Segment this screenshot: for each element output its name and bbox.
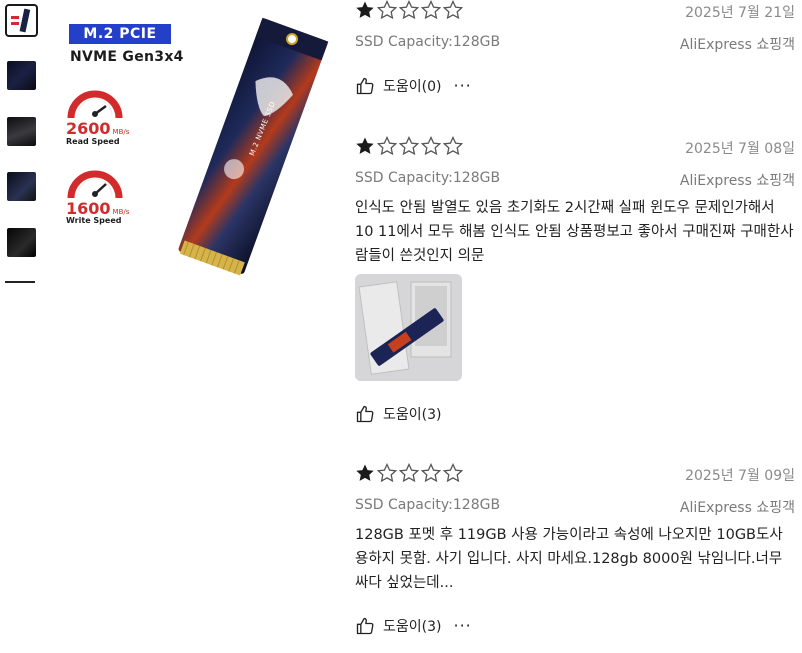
star-empty-icon <box>443 136 463 156</box>
more-options-icon[interactable]: ··· <box>453 78 471 94</box>
write-speed-label: Write Speed <box>66 216 122 225</box>
star-empty-icon <box>377 463 397 483</box>
review-text: 인식도 안됨 발열도 있음 초기화도 2시간째 실패 윈도우 문제인가해서 10… <box>355 200 794 264</box>
product-image: M.2 PCIE 3.0 NVME Gen3x4 2600 MB/s Read S… <box>62 0 332 290</box>
ssd-illustration: M.2 NVME SSD <box>162 14 342 284</box>
read-speed-label: Read Speed <box>66 137 120 146</box>
reviewer-source: AliExpress 쇼핑객 <box>679 173 795 189</box>
star-empty-icon <box>443 463 463 483</box>
star-empty-icon <box>399 0 419 20</box>
helpful-button[interactable]: 도움이(3) <box>383 404 441 424</box>
thumbs-up-icon[interactable] <box>355 616 375 636</box>
helpful-button[interactable]: 도움이(3) <box>383 616 441 636</box>
helpful-row: 도움이(3) <box>355 404 441 424</box>
reviewer-source: AliExpress 쇼핑객 <box>679 37 795 53</box>
write-gauge-icon <box>67 170 123 199</box>
read-gauge-icon <box>67 90 123 119</box>
thumbs-up-icon[interactable] <box>355 404 375 424</box>
review-date: 2025년 7월 09일 <box>685 468 795 484</box>
star-filled-icon <box>356 1 374 18</box>
review-date: 2025년 7월 08일 <box>685 141 795 157</box>
star-empty-icon <box>377 136 397 156</box>
star-empty-icon <box>377 0 397 20</box>
thumbnail-1[interactable] <box>5 4 38 37</box>
review-attribute: SSD Capacity:128GB <box>355 497 501 513</box>
thumbnail-3[interactable] <box>5 115 38 148</box>
more-options-icon[interactable]: ··· <box>453 618 471 634</box>
rating-stars <box>355 0 463 22</box>
star-empty-icon <box>421 463 441 483</box>
star-empty-icon <box>443 0 463 20</box>
review-photo[interactable] <box>355 274 462 381</box>
review-text: 128GB 포멧 후 119GB 사용 가능이라고 속성에 나오지만 10GB도… <box>355 527 783 591</box>
thumbs-up-icon[interactable] <box>355 76 375 96</box>
interface-badge: M.2 PCIE 3.0 <box>69 24 171 62</box>
read-speed-value: 2600 MB/s <box>66 119 130 138</box>
star-filled-icon <box>356 464 374 481</box>
review-attribute: SSD Capacity:128GB <box>355 170 501 186</box>
rating-stars <box>355 463 463 485</box>
helpful-row: 도움이(3) ··· <box>355 616 472 636</box>
helpful-row: 도움이(0) ··· <box>355 76 472 96</box>
thumbnail-5[interactable] <box>5 226 38 259</box>
rating-stars <box>355 136 463 158</box>
helpful-button[interactable]: 도움이(0) <box>383 76 441 96</box>
review-date: 2025년 7월 21일 <box>685 5 795 21</box>
thumbnail-4[interactable] <box>5 170 38 203</box>
star-empty-icon <box>399 136 419 156</box>
review-attribute: SSD Capacity:128GB <box>355 34 501 50</box>
star-empty-icon <box>421 136 441 156</box>
star-filled-icon <box>356 137 374 154</box>
star-empty-icon <box>399 463 419 483</box>
thumbnail-2[interactable] <box>5 59 38 92</box>
star-empty-icon <box>421 0 441 20</box>
thumbnail-6-edge[interactable] <box>5 281 35 283</box>
reviewer-source: AliExpress 쇼핑객 <box>679 500 795 516</box>
